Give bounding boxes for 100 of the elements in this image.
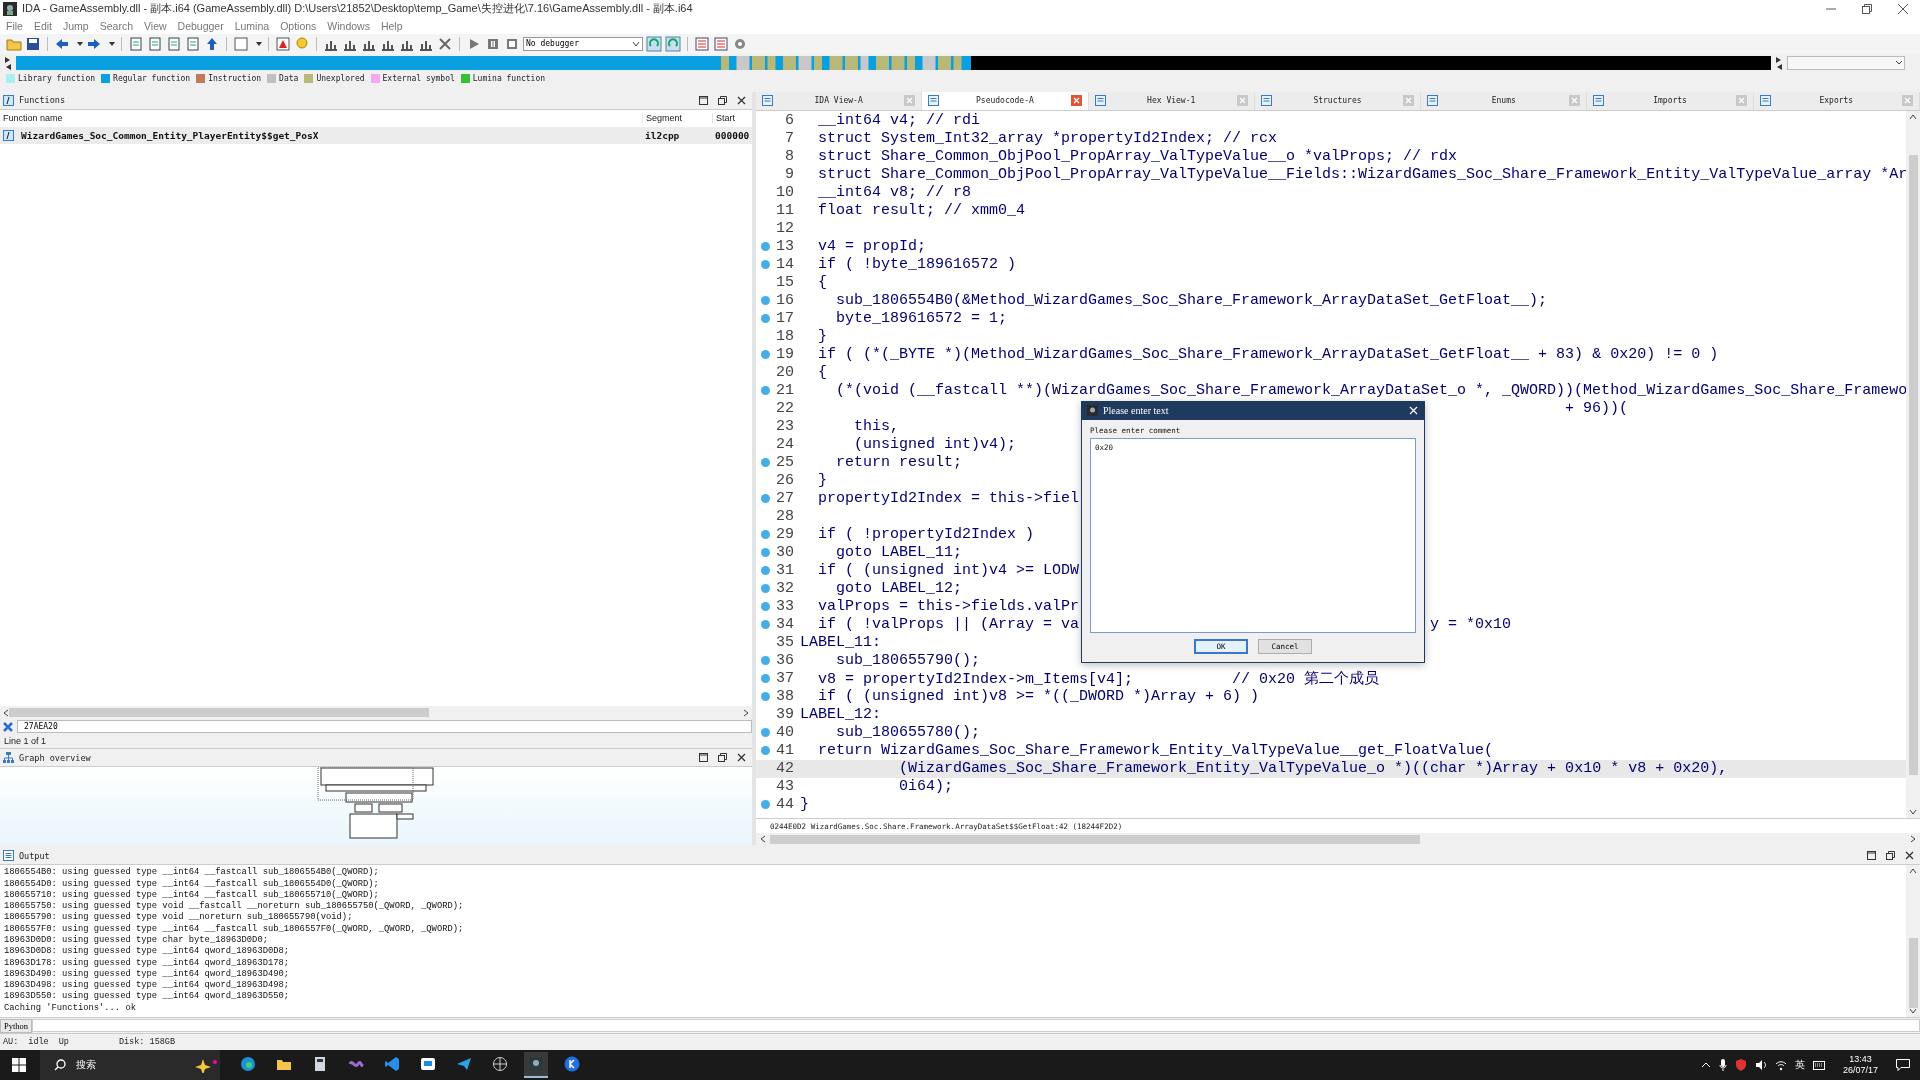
menu-item[interactable]: Search bbox=[99, 19, 133, 32]
list-icon[interactable] bbox=[694, 35, 710, 52]
scroll-down-icon[interactable] bbox=[1909, 1008, 1917, 1015]
menu-item[interactable]: Edit bbox=[33, 19, 52, 32]
keyboard-icon[interactable] bbox=[1812, 1059, 1825, 1071]
wifi-icon[interactable] bbox=[1774, 1059, 1787, 1071]
breakpoint-dot[interactable] bbox=[760, 656, 770, 666]
scroll-left-icon[interactable] bbox=[760, 835, 766, 844]
tab[interactable]: Exports bbox=[1753, 91, 1920, 110]
tab[interactable]: Structures bbox=[1254, 91, 1422, 110]
microphone-icon[interactable] bbox=[1718, 1059, 1727, 1071]
breakpoint-dot[interactable] bbox=[760, 350, 770, 360]
menu-item[interactable]: File bbox=[6, 19, 23, 32]
app-logo-icon[interactable] bbox=[528, 1056, 544, 1072]
refresh-icon[interactable] bbox=[646, 35, 662, 52]
maximize-icon[interactable] bbox=[699, 753, 708, 763]
chat-icon[interactable] bbox=[420, 1056, 436, 1072]
tab[interactable]: Pseudocode-A bbox=[922, 91, 1089, 110]
maximize-icon[interactable] bbox=[1867, 851, 1876, 861]
scrollbar-thumb[interactable] bbox=[1908, 154, 1918, 775]
clear-filter-icon[interactable] bbox=[3, 721, 13, 732]
save-icon[interactable] bbox=[25, 35, 41, 52]
close-icon[interactable] bbox=[737, 753, 746, 763]
breakpoint-dot[interactable] bbox=[760, 566, 770, 576]
menu-item[interactable]: Debugger bbox=[177, 19, 224, 32]
list-icon[interactable] bbox=[713, 35, 729, 52]
breakpoint-dot[interactable] bbox=[760, 584, 770, 594]
chevron-up-icon[interactable] bbox=[1700, 1061, 1711, 1069]
browser-icon[interactable] bbox=[240, 1056, 256, 1072]
column-header[interactable]: Segment bbox=[642, 113, 712, 124]
scrollbar-thumb[interactable] bbox=[1908, 938, 1918, 1009]
taskbar-search[interactable]: 搜索 bbox=[40, 1050, 220, 1080]
command-field[interactable] bbox=[32, 1019, 1920, 1033]
breakpoint-dot[interactable] bbox=[760, 242, 770, 252]
breakpoint-dot[interactable] bbox=[760, 458, 770, 468]
column-header[interactable]: Start bbox=[712, 113, 752, 124]
navigation-band[interactable] bbox=[16, 54, 1771, 71]
menu-item[interactable]: View bbox=[144, 19, 167, 32]
breakpoint-dot[interactable] bbox=[760, 674, 770, 684]
refresh-icon[interactable] bbox=[665, 35, 681, 52]
breakpoint-dot[interactable] bbox=[760, 386, 770, 396]
menu-item[interactable]: Windows bbox=[327, 19, 370, 32]
menu-item[interactable]: Lumina bbox=[234, 19, 270, 32]
breakpoint-dot[interactable] bbox=[760, 746, 770, 756]
breakpoint-dot[interactable] bbox=[760, 602, 770, 612]
scroll-arrows-icon[interactable] bbox=[4, 55, 12, 70]
breakpoint-dot[interactable] bbox=[760, 260, 770, 270]
clock-time[interactable]: 13:43 bbox=[1849, 1054, 1872, 1065]
close-icon[interactable] bbox=[1905, 851, 1914, 861]
filter-field[interactable]: 27AEA20 bbox=[17, 720, 752, 734]
calculator-icon[interactable] bbox=[312, 1056, 328, 1072]
document-icon[interactable] bbox=[128, 35, 144, 52]
document-icon[interactable] bbox=[185, 35, 201, 52]
language-button[interactable]: Python bbox=[0, 1018, 33, 1033]
k-circle-icon[interactable] bbox=[564, 1056, 580, 1072]
cross-icon[interactable] bbox=[437, 35, 453, 52]
scrollbar-thumb[interactable] bbox=[9, 708, 429, 718]
close-icon[interactable] bbox=[737, 95, 746, 105]
breakpoint-dot[interactable] bbox=[760, 314, 770, 324]
breakpoint-dot[interactable] bbox=[760, 494, 770, 504]
notification-icon[interactable] bbox=[1896, 1059, 1910, 1071]
restore-icon[interactable] bbox=[718, 753, 727, 763]
scroll-right-icon[interactable] bbox=[743, 708, 749, 717]
tab[interactable]: Imports bbox=[1587, 91, 1754, 110]
clock-date[interactable]: 26/07/17 bbox=[1842, 1065, 1878, 1076]
paper-plane-icon[interactable] bbox=[456, 1056, 472, 1072]
restore-icon[interactable] bbox=[718, 95, 727, 105]
globe-icon[interactable] bbox=[492, 1056, 508, 1072]
document-icon[interactable] bbox=[147, 35, 163, 52]
breakpoint-dot[interactable] bbox=[760, 692, 770, 702]
scroll-up-icon[interactable] bbox=[1909, 868, 1917, 875]
tab[interactable]: Enums bbox=[1421, 91, 1588, 110]
breakpoint-dot[interactable] bbox=[760, 296, 770, 306]
tab[interactable]: IDA View-A bbox=[756, 91, 923, 110]
scrollbar-thumb[interactable] bbox=[770, 834, 1420, 844]
tab[interactable]: Hex View-1 bbox=[1088, 91, 1255, 110]
scroll-left-icon[interactable] bbox=[3, 708, 9, 717]
scroll-right-icon[interactable] bbox=[1910, 835, 1916, 844]
volume-icon[interactable] bbox=[1754, 1059, 1767, 1071]
breakpoint-dot[interactable] bbox=[760, 800, 770, 810]
breakpoint-dot[interactable] bbox=[760, 548, 770, 558]
column-header[interactable]: Function name bbox=[0, 113, 642, 124]
restore-icon[interactable] bbox=[1862, 4, 1872, 14]
breakpoint-dot[interactable] bbox=[760, 530, 770, 540]
maximize-icon[interactable] bbox=[699, 95, 708, 105]
code-editor-icon[interactable] bbox=[384, 1056, 400, 1072]
warning-icon[interactable] bbox=[275, 35, 291, 52]
restore-icon[interactable] bbox=[1886, 851, 1895, 861]
menu-item[interactable]: Help bbox=[380, 19, 403, 32]
menu-item[interactable]: Options bbox=[280, 19, 317, 32]
graph-overview-drawing[interactable] bbox=[316, 767, 436, 840]
input-method-indicator[interactable]: 英 bbox=[1794, 1058, 1805, 1072]
windows-logo-icon[interactable] bbox=[12, 1058, 26, 1072]
scroll-down-icon[interactable] bbox=[1909, 809, 1917, 816]
shield-icon[interactable] bbox=[1734, 1059, 1747, 1071]
document-icon[interactable] bbox=[166, 35, 182, 52]
breakpoint-dot[interactable] bbox=[760, 728, 770, 738]
breakpoint-dot[interactable] bbox=[760, 620, 770, 630]
scroll-arrows-icon[interactable] bbox=[1775, 55, 1783, 70]
scroll-up-icon[interactable] bbox=[1909, 113, 1917, 120]
